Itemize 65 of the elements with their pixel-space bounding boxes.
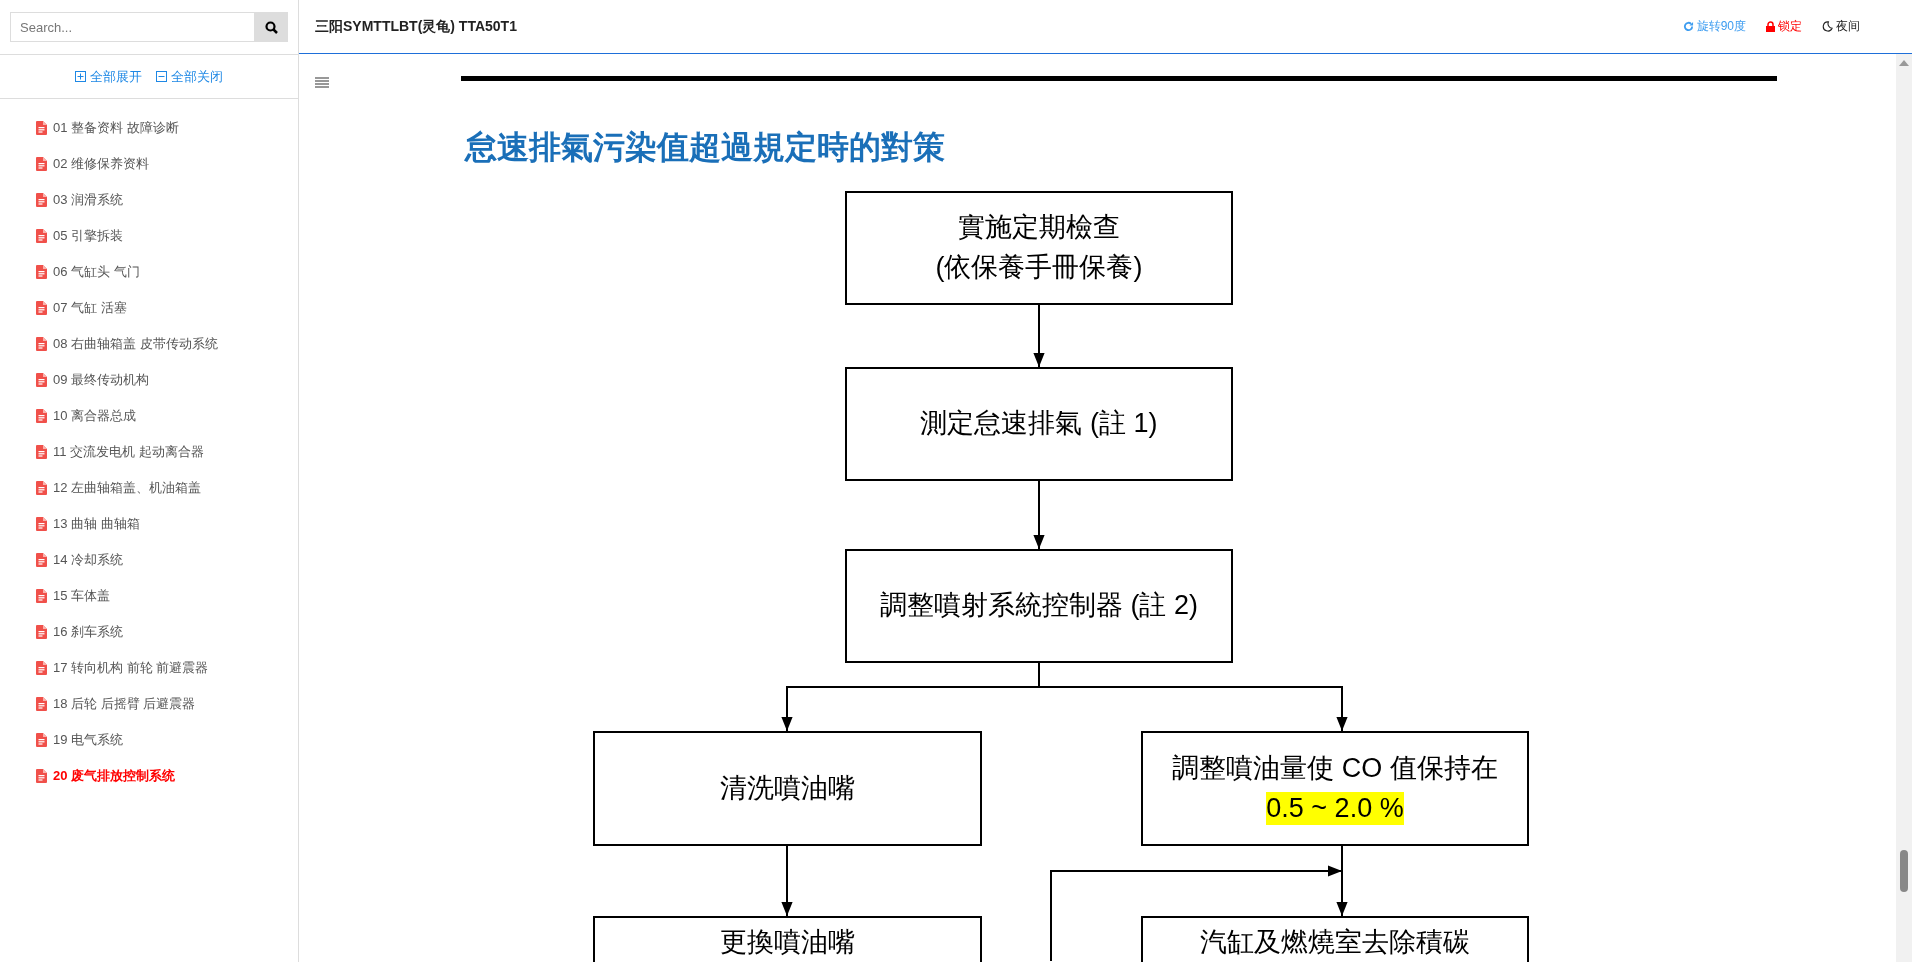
night-button[interactable]: 夜间 [1822,18,1860,35]
section-heading: 怠速排氣污染值超過規定時的對策 [465,128,945,167]
box-text: 汽缸及燃燒室去除積碳 [1200,926,1470,959]
minus-box-icon [156,71,167,82]
search-icon [264,20,278,34]
document-icon [36,229,47,243]
chapter-link[interactable]: 15 车体盖 [53,587,111,605]
document-icon [36,625,47,639]
document-title: 三阳SYMTTLBT(灵龟) TTA50T1 [315,17,518,36]
chapter-link[interactable]: 11 交流发电机 起动离合器 [53,443,204,461]
document-icon [36,661,47,675]
box-text: 調整噴油量使 CO 值保持在 [1172,751,1498,785]
document-icon [36,409,47,423]
chapter-link[interactable]: 10 离合器总成 [53,407,137,425]
document-icon [36,481,47,495]
collapse-all-button[interactable]: 全部关闭 [156,67,223,86]
chapter-link[interactable]: 02 维修保养资料 [53,155,150,173]
document-icon [36,733,47,747]
document-icon [36,121,47,135]
document-icon [36,697,47,711]
box-text: 調整噴射系統控制器 (註 2) [880,589,1198,623]
search-field[interactable]: Search... [10,12,254,42]
chapter-link[interactable]: 20 废气排放控制系统 [53,767,176,785]
chapter-link[interactable]: 06 气缸头 气门 [53,263,140,281]
scrollbar-thumb[interactable] [1900,850,1908,892]
chapter-link[interactable]: 16 刹车系统 [53,623,124,641]
chapter-link[interactable]: 08 右曲轴箱盖 皮带传动系统 [53,335,218,353]
document-icon [36,373,47,387]
chapter-link[interactable]: 13 曲轴 曲轴箱 [53,515,140,533]
document-icon [36,157,47,171]
chapter-link[interactable]: 17 转向机构 前轮 前避震器 [53,659,209,677]
refresh-icon [1682,21,1694,32]
scroll-up-icon[interactable] [1899,60,1909,66]
box-text: 測定怠速排氣 (註 1) [920,407,1158,441]
chapter-link[interactable]: 07 气缸 活塞 [53,299,127,317]
document-icon [36,553,47,567]
chapter-link[interactable]: 18 后轮 后摇臂 后避震器 [53,695,196,713]
chapter-link[interactable]: 01 整备资料 故障诊断 [53,119,179,137]
scrollbar[interactable] [1896,54,1912,962]
document-icon [36,769,47,783]
chapter-link[interactable]: 05 引擎拆装 [53,227,124,245]
document-icon [36,265,47,279]
document-icon [36,517,47,531]
plus-box-icon [75,71,86,82]
chapter-link[interactable]: 03 润滑系统 [53,191,124,209]
box-text: 清洗噴油嘴 [720,771,855,805]
document-icon [36,445,47,459]
chapter-link[interactable]: 19 电气系统 [53,731,124,749]
chapter-link[interactable]: 12 左曲轴箱盖、机油箱盖 [53,479,202,497]
search-button[interactable] [254,12,288,42]
document-icon [36,193,47,207]
lock-button[interactable]: 锁定 [1766,18,1802,35]
moon-icon [1822,21,1833,32]
expand-all-button[interactable]: 全部展开 [75,67,142,86]
box-text: (依保養手冊保養) [935,251,1143,284]
highlighted-text: 0.5 ~ 2.0 % [1266,791,1404,826]
box-text: 實施定期檢查 [958,211,1120,245]
menu-icon[interactable] [315,77,329,88]
document-icon [36,337,47,351]
document-icon [36,301,47,315]
chapter-link[interactable]: 14 冷却系统 [53,551,124,569]
chapter-link[interactable]: 09 最终传动机构 [53,371,150,389]
lock-icon [1766,21,1775,32]
document-icon [36,589,47,603]
box-text: 更換噴油嘴 [720,926,855,959]
